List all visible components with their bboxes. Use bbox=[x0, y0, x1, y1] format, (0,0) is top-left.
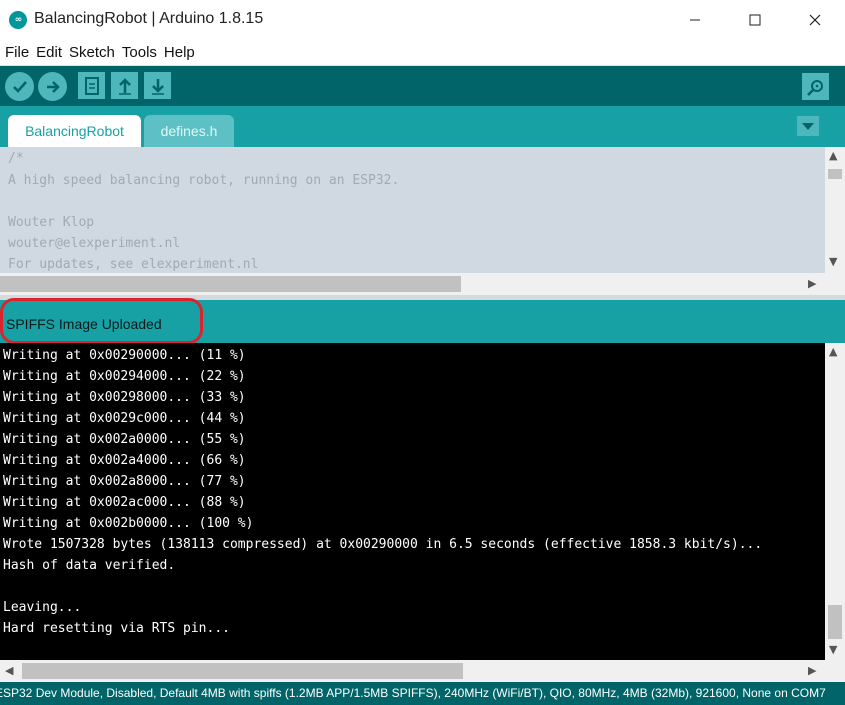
chevron-down-icon bbox=[802, 123, 814, 130]
console-line: Writing at 0x0029c000... (44 %) bbox=[3, 411, 246, 426]
scroll-right-icon[interactable]: ▶ bbox=[808, 277, 816, 290]
open-button[interactable] bbox=[111, 72, 138, 99]
menu-tools[interactable]: Tools bbox=[121, 44, 161, 61]
board-status-footer: ESP32 Dev Module, Disabled, Default 4MB … bbox=[0, 682, 845, 705]
code-line: A high speed balancing robot, running on… bbox=[8, 173, 400, 188]
editor-vertical-scroll-thumb[interactable] bbox=[828, 169, 842, 179]
tab-defines-h[interactable]: defines.h bbox=[144, 115, 234, 147]
console-vertical-scroll-thumb[interactable] bbox=[828, 605, 842, 639]
editor-horizontal-scrollbar[interactable]: ▶ bbox=[0, 273, 845, 295]
upload-button[interactable] bbox=[38, 72, 67, 101]
console-line: Writing at 0x00294000... (22 %) bbox=[3, 369, 246, 384]
output-console: Writing at 0x00290000... (11 %) Writing … bbox=[0, 343, 825, 660]
console-vertical-scrollbar[interactable]: ▲ ▼ bbox=[825, 343, 845, 660]
close-button[interactable] bbox=[785, 0, 845, 40]
console-line: Wrote 1507328 bytes (138113 compressed) … bbox=[3, 537, 763, 552]
verify-button[interactable] bbox=[5, 72, 34, 101]
minimize-icon bbox=[690, 19, 700, 21]
console-line: Writing at 0x002a8000... (77 %) bbox=[3, 474, 246, 489]
console-line: Writing at 0x002a4000... (66 %) bbox=[3, 453, 246, 468]
console-line: Hard resetting via RTS pin... bbox=[3, 621, 230, 636]
menu-edit[interactable]: Edit bbox=[35, 44, 66, 61]
menu-help[interactable]: Help bbox=[163, 44, 199, 61]
code-editor[interactable]: /* A high speed balancing robot, running… bbox=[0, 147, 825, 273]
console-line: Writing at 0x002ac000... (88 %) bbox=[3, 495, 246, 510]
menu-bar: File Edit Sketch Tools Help bbox=[0, 40, 845, 66]
console-line: Hash of data verified. bbox=[3, 558, 176, 573]
arduino-logo-icon: ∞ bbox=[9, 11, 27, 29]
window-title: BalancingRobot | Arduino 1.8.15 bbox=[34, 10, 264, 27]
scroll-left-icon[interactable]: ◀ bbox=[5, 664, 13, 677]
scroll-down-icon[interactable]: ▼ bbox=[829, 255, 837, 268]
scroll-down-icon[interactable]: ▼ bbox=[829, 643, 837, 656]
tab-balancingrobot[interactable]: BalancingRobot bbox=[8, 115, 141, 147]
new-file-icon bbox=[84, 76, 99, 95]
new-sketch-button[interactable] bbox=[78, 72, 105, 99]
arrow-right-icon bbox=[46, 80, 60, 93]
maximize-icon bbox=[749, 14, 761, 26]
scroll-right-icon[interactable]: ▶ bbox=[808, 664, 816, 677]
arrow-up-icon bbox=[118, 77, 131, 95]
console-line: Writing at 0x00298000... (33 %) bbox=[3, 390, 246, 405]
menu-file[interactable]: File bbox=[4, 44, 33, 61]
serial-monitor-button[interactable] bbox=[802, 73, 829, 100]
console-line: Leaving... bbox=[3, 600, 82, 615]
console-horizontal-scroll-thumb[interactable] bbox=[22, 663, 463, 679]
board-info: ESP32 Dev Module, Disabled, Default 4MB … bbox=[0, 686, 826, 700]
magnifier-icon bbox=[806, 79, 823, 96]
code-line: For updates, see elexperiment.nl bbox=[8, 257, 259, 272]
code-line: /* bbox=[8, 151, 24, 166]
minimize-button[interactable] bbox=[665, 0, 725, 40]
editor-vertical-scrollbar[interactable]: ▲ ▼ bbox=[825, 147, 845, 273]
title-bar: ∞ BalancingRobot | Arduino 1.8.15 bbox=[0, 0, 845, 40]
scroll-up-icon[interactable]: ▲ bbox=[829, 149, 837, 162]
tab-menu-button[interactable] bbox=[797, 116, 819, 136]
console-horizontal-scrollbar[interactable]: ◀ ▶ bbox=[0, 660, 845, 682]
close-icon bbox=[809, 14, 821, 26]
maximize-button[interactable] bbox=[725, 0, 785, 40]
toolbar bbox=[0, 66, 845, 106]
code-line: Wouter Klop bbox=[8, 215, 95, 230]
console-line: Writing at 0x00290000... (11 %) bbox=[3, 348, 246, 363]
console-line: Writing at 0x002b0000... (100 %) bbox=[3, 516, 254, 531]
menu-sketch[interactable]: Sketch bbox=[68, 44, 119, 61]
editor-horizontal-scroll-thumb[interactable] bbox=[0, 276, 461, 292]
checkmark-icon bbox=[12, 80, 27, 93]
scroll-up-icon[interactable]: ▲ bbox=[829, 345, 837, 358]
console-line: Writing at 0x002a0000... (55 %) bbox=[3, 432, 246, 447]
arrow-down-icon bbox=[151, 78, 164, 95]
status-highlight-annotation bbox=[0, 298, 203, 344]
code-line: wouter@elexperiment.nl bbox=[8, 236, 181, 251]
save-button[interactable] bbox=[144, 72, 171, 99]
tabs-bar: BalancingRobot defines.h bbox=[0, 106, 845, 147]
